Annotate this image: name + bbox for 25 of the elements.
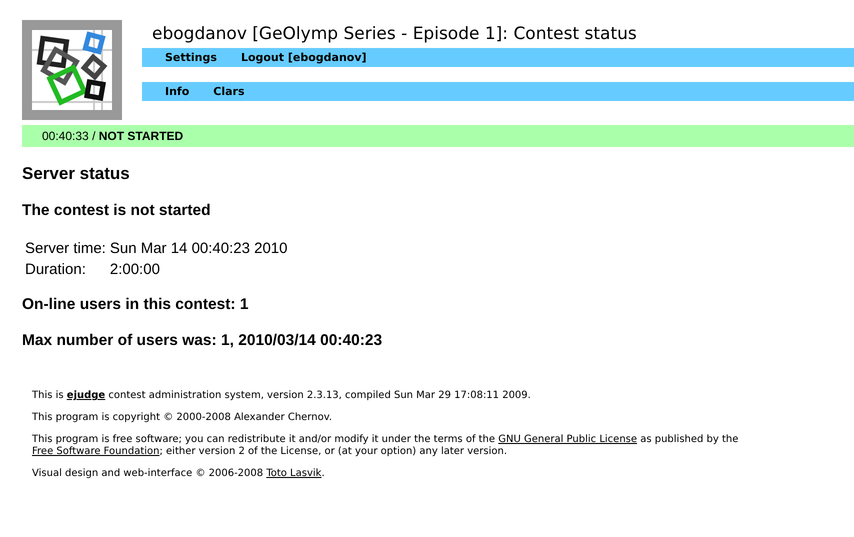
menu-link[interactable]: Settings [165,51,217,64]
info-label: Server time: [25,240,106,257]
contest-state-heading: The contest is not started [22,202,212,220]
logo-icon [22,20,122,120]
footer-paragraph: This is ejudge contest administration system, version 2.3.13, compiled Sun Mar 29 17:08:11 2009. [32,390,532,402]
info-value: 2:00:00 [110,261,161,278]
footer-paragraph: Visual design and web-interface © 2006-2008 Toto Lasvik. [32,468,326,480]
link[interactable]: Free Software Foundation [32,446,160,457]
status-time: 00:40:33 [42,129,89,143]
link[interactable]: Toto Lasvik [266,468,322,479]
info-value: Sun Mar 14 00:40:23 2010 [110,240,288,257]
stat-line: On-line users in this contest: 1 [22,296,250,314]
footer-paragraph: This program is copyright © 2000-2008 Alexander Chernov. [32,412,334,424]
link[interactable]: GNU General Public License [498,434,638,445]
section-heading: Server status [22,164,131,184]
link[interactable]: ejudge [66,390,106,401]
menu-link[interactable]: Logout [ebogdanov] [240,51,367,64]
info-label: Duration: [25,261,87,278]
menu-link[interactable]: Clars [213,85,245,98]
page-title: ebogdanov [GeOlymp Series - Episode 1]: Contest status [152,24,638,44]
stat-line: Max number of users was: 1, 2010/03/14 00:40:23 [22,332,384,350]
menu-link[interactable]: Info [165,85,190,98]
footer-paragraph: This program is free software; you can redistribute it and/or modify it under the terms of the GNU General Public License as published by the Free Software Foundation; either version 2 of the License, or (at your option) any later version. [32,434,740,458]
status-state: NOT STARTED [98,129,184,143]
status-separator: / [92,129,96,143]
